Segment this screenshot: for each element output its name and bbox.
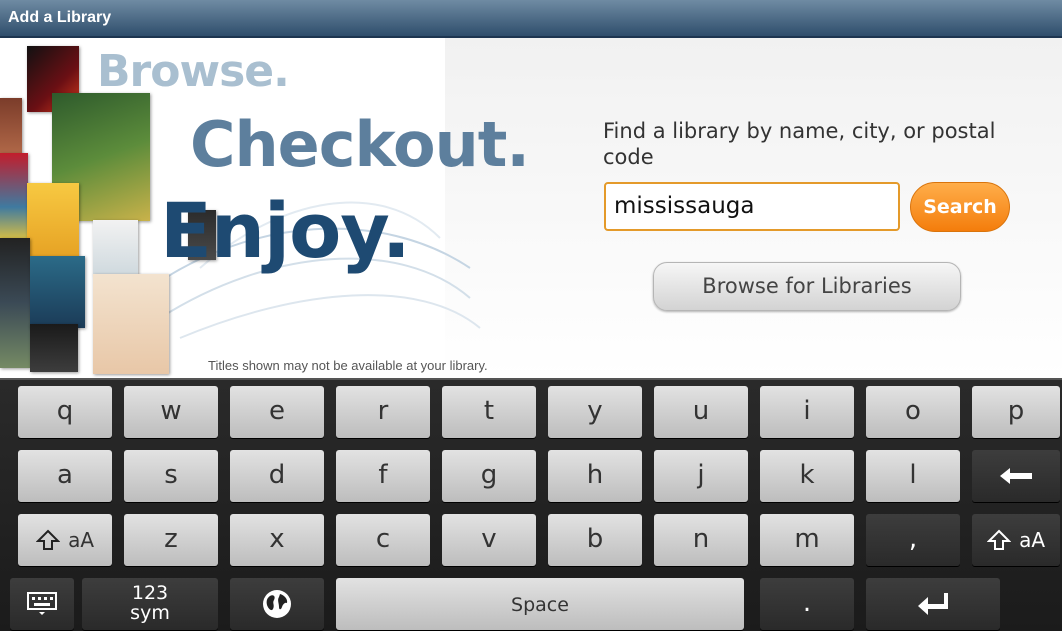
key-f[interactable]: f [336,450,430,502]
key-d[interactable]: d [230,450,324,502]
window-title: Add a Library [8,9,112,26]
find-library-label: Find a library by name, city, or postal … [603,119,996,169]
content-area: Browse. Checkout. Enjoy. Titles shown ma… [0,38,1062,378]
library-search-input[interactable]: mississauga [604,182,900,231]
key-q[interactable]: q [18,386,112,438]
key-t[interactable]: t [442,386,536,438]
globe-icon [263,590,291,618]
book-cover-image [93,220,138,275]
key-n[interactable]: n [654,514,748,566]
key-u[interactable]: u [654,386,748,438]
language-key[interactable] [230,578,324,630]
key-b[interactable]: b [548,514,642,566]
space-key-label: Space [511,594,569,616]
key-o[interactable]: o [866,386,960,438]
backspace-arrow-icon [1000,468,1032,484]
symbols-key-line1: 123 [131,582,169,604]
key-x[interactable]: x [230,514,324,566]
key-l[interactable]: l [866,450,960,502]
book-cover-image [93,274,169,374]
shift-key-left[interactable]: aA [18,514,112,566]
key-m[interactable]: m [760,514,854,566]
key-g[interactable]: g [442,450,536,502]
shift-label: aA [68,528,95,552]
book-cover-image [0,238,30,368]
shift-key-right[interactable]: aA [972,514,1060,566]
key-w[interactable]: w [124,386,218,438]
key-s[interactable]: s [124,450,218,502]
key-v[interactable]: v [442,514,536,566]
symbols-key[interactable]: 123 sym [82,578,218,630]
promo-checkout: Checkout. [190,108,530,181]
title-bar: Add a Library [0,0,1062,38]
key-k[interactable]: k [760,450,854,502]
key-j[interactable]: j [654,450,748,502]
period-key[interactable]: . [760,578,854,630]
search-button[interactable]: Search [910,182,1010,232]
enter-arrow-icon [918,593,948,615]
key-p[interactable]: p [972,386,1060,438]
keyboard-settings-key[interactable] [10,578,74,630]
book-cover-image [27,183,79,258]
promo-enjoy: Enjoy. [160,186,411,275]
soft-keyboard: q w e r t y u i o p a s d f g h j k l aA… [0,378,1062,631]
browse-libraries-button[interactable]: Browse for Libraries [653,262,961,311]
space-key[interactable]: Space [336,578,744,630]
key-y[interactable]: y [548,386,642,438]
key-h[interactable]: h [548,450,642,502]
key-i[interactable]: i [760,386,854,438]
disclaimer-text: Titles shown may not be available at you… [208,358,488,373]
book-cover-image [0,98,22,158]
book-cover-image [30,256,85,328]
symbols-key-line2: sym [130,602,170,624]
enter-key[interactable] [866,578,1000,630]
shift-label: aA [1019,528,1046,552]
key-e[interactable]: e [230,386,324,438]
book-cover-image [0,153,28,243]
key-z[interactable]: z [124,514,218,566]
key-c[interactable]: c [336,514,430,566]
backspace-key[interactable] [972,450,1060,502]
key-comma[interactable]: , [866,514,960,566]
shift-arrow-icon [986,529,1012,550]
keyboard-icon [27,592,57,615]
key-r[interactable]: r [336,386,430,438]
book-cover-image [30,324,78,372]
promo-browse: Browse. [97,46,290,97]
shift-arrow-icon [35,529,61,550]
key-a[interactable]: a [18,450,112,502]
